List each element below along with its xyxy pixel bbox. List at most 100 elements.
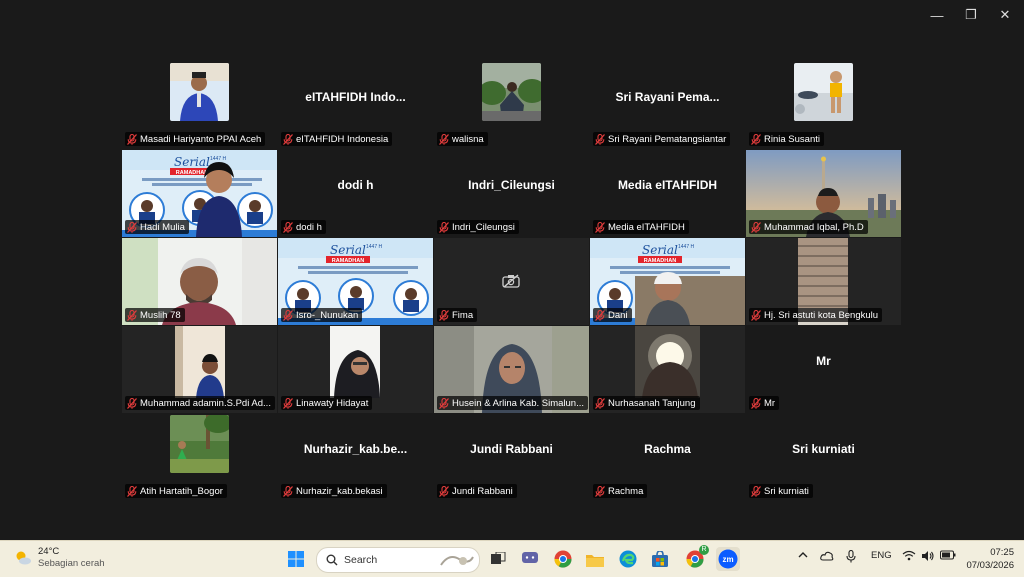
svg-text:RAMADHAN: RAMADHAN bbox=[644, 258, 676, 264]
participant-name: Muhammad adamin.S.Pdi Ad... bbox=[140, 397, 271, 409]
participant-tile[interactable]: Jundi Rabbani Jundi Rabbani bbox=[434, 414, 589, 501]
taskview-button[interactable] bbox=[486, 547, 510, 571]
participant-name: Rachma bbox=[608, 485, 644, 497]
participant-name: Hj. Sri astuti kota Bengkulu bbox=[764, 309, 879, 321]
participant-tile[interactable]: Nurhazir_kab.be... Nurhazir_kab.bekasi bbox=[278, 414, 433, 501]
participant-tile[interactable]: Husein & Arlina Kab. Simalun... bbox=[434, 326, 589, 413]
participant-tile[interactable]: Sri Rayani Pema... Sri Rayani Pematangsia… bbox=[590, 62, 745, 149]
participant-name: Sri Rayani Pematangsiantar bbox=[608, 133, 727, 145]
participant-tile[interactable]: Masadi Hariyanto PPAI Aceh bbox=[122, 62, 277, 149]
weather-widget[interactable]: 24°C Sebagian cerah bbox=[14, 546, 105, 570]
network-button[interactable] bbox=[902, 550, 916, 564]
language-indicator[interactable]: ENG bbox=[871, 550, 892, 561]
mic-muted-icon bbox=[127, 397, 137, 409]
participant-display-name: Rachma bbox=[644, 441, 691, 456]
participant-tile[interactable]: Muslih 78 bbox=[122, 238, 277, 325]
camera-off-icon bbox=[502, 274, 520, 288]
participant-tile[interactable]: Serial 1447 H RAMADHAN Isro-_Nunukan bbox=[278, 238, 433, 325]
avatar bbox=[170, 415, 229, 473]
zoom-button[interactable]: zm bbox=[716, 547, 740, 571]
svg-text:RAMADHAN: RAMADHAN bbox=[332, 258, 364, 264]
participant-label: Mr bbox=[749, 396, 780, 410]
edge-icon bbox=[619, 550, 637, 568]
participant-tile[interactable]: eITAHFIDH Indo... eITAHFIDH Indonesia bbox=[278, 62, 433, 149]
tray-overflow-button[interactable] bbox=[798, 550, 808, 563]
folder-icon bbox=[586, 554, 604, 567]
store-button[interactable] bbox=[648, 547, 672, 571]
participant-name: Linawaty Hidayat bbox=[296, 397, 369, 409]
participant-name: Muhammad Iqbal, Ph.D bbox=[764, 221, 864, 233]
windows-icon bbox=[288, 551, 304, 567]
participant-tile[interactable]: Rachma Rachma bbox=[590, 414, 745, 501]
speaker-icon bbox=[922, 551, 934, 561]
participant-tile[interactable]: Rinia Susanti bbox=[746, 62, 901, 149]
participant-display-name: Media eITAHFIDH bbox=[617, 177, 718, 192]
participant-tile[interactable]: Mr Mr bbox=[746, 326, 901, 413]
mic-muted-icon bbox=[127, 221, 137, 233]
participant-tile[interactable]: Serial 1447 H RAMADHAN Dani bbox=[590, 238, 745, 325]
svg-text:zm: zm bbox=[722, 555, 733, 564]
zoom-icon: zm bbox=[718, 549, 738, 569]
battery-button[interactable] bbox=[940, 550, 956, 563]
svg-text:Serial: Serial bbox=[642, 243, 678, 257]
start-button[interactable] bbox=[284, 547, 308, 571]
participant-label: Sri kurniati bbox=[749, 484, 813, 498]
participant-display-name: Nurhazir_kab.be... bbox=[303, 441, 408, 456]
chat-button[interactable] bbox=[518, 547, 542, 571]
participant-label: Linawaty Hidayat bbox=[281, 396, 373, 410]
participant-tile[interactable]: dodi h dodi h bbox=[278, 150, 433, 237]
participant-tile[interactable]: Sri kurniati Sri kurniati bbox=[746, 414, 901, 501]
battery-icon bbox=[940, 550, 956, 560]
participant-tile[interactable]: Hj. Sri astuti kota Bengkulu bbox=[746, 238, 901, 325]
cloud-icon bbox=[820, 551, 834, 561]
chat-icon bbox=[522, 552, 538, 563]
participant-name: Muslih 78 bbox=[140, 309, 181, 321]
participant-name: walisna bbox=[452, 133, 484, 145]
search-box[interactable]: Search bbox=[316, 547, 480, 573]
file-explorer-button[interactable] bbox=[583, 547, 607, 571]
participant-tile[interactable]: Serial 1447 H RAMADHAN Hadi Mulia bbox=[122, 150, 277, 237]
participant-tile[interactable]: Atih Hartatih_Bogor bbox=[122, 414, 277, 501]
clock[interactable]: 07:25 07/03/2026 bbox=[962, 546, 1014, 572]
onedrive-button[interactable] bbox=[820, 550, 834, 565]
participant-tile[interactable]: Muhammad adamin.S.Pdi Ad... bbox=[122, 326, 277, 413]
participant-label: Muhammad Iqbal, Ph.D bbox=[749, 220, 868, 234]
mic-muted-icon bbox=[595, 221, 605, 233]
svg-text:RAMADHAN: RAMADHAN bbox=[176, 170, 208, 176]
participant-tile[interactable]: Indri_Cileungsi Indri_Cileungsi bbox=[434, 150, 589, 237]
participant-tile[interactable]: walisna bbox=[434, 62, 589, 149]
participant-tile[interactable]: Fima bbox=[434, 238, 589, 325]
participant-tile[interactable]: Linawaty Hidayat bbox=[278, 326, 433, 413]
mic-muted-icon bbox=[439, 309, 449, 321]
svg-text:Serial: Serial bbox=[330, 243, 366, 257]
participant-name: Jundi Rabbani bbox=[452, 485, 513, 497]
participant-tile[interactable]: Media eITAHFIDH Media eITAHFIDH bbox=[590, 150, 745, 237]
chrome-button[interactable] bbox=[551, 547, 575, 571]
close-button[interactable]: ✕ bbox=[988, 0, 1022, 30]
minimize-button[interactable]: — bbox=[920, 0, 954, 30]
volume-button[interactable] bbox=[921, 550, 935, 565]
chevron-up-icon bbox=[798, 552, 808, 558]
mic-muted-icon bbox=[127, 485, 137, 497]
participant-display-name: dodi h bbox=[337, 177, 374, 192]
participant-name: Hadi Mulia bbox=[140, 221, 185, 233]
participant-tile[interactable]: Nurhasanah Tanjung bbox=[590, 326, 745, 413]
mic-muted-icon bbox=[439, 221, 449, 233]
edge-button[interactable] bbox=[616, 547, 640, 571]
mic-muted-icon bbox=[595, 397, 605, 409]
restore-button[interactable]: ❐ bbox=[954, 0, 988, 30]
participant-name: Husein & Arlina Kab. Simalun... bbox=[452, 397, 585, 409]
participant-label: walisna bbox=[437, 132, 488, 146]
participant-tile[interactable]: Muhammad Iqbal, Ph.D bbox=[746, 150, 901, 237]
participant-label: Nurhazir_kab.bekasi bbox=[281, 484, 387, 498]
avatar bbox=[794, 63, 853, 121]
search-placeholder: Search bbox=[344, 554, 378, 566]
participant-label: Muslih 78 bbox=[125, 308, 185, 322]
microphone-button[interactable] bbox=[846, 549, 856, 566]
participant-display-name: eITAHFIDH Indo... bbox=[305, 89, 406, 104]
participant-name: Sri kurniati bbox=[764, 485, 809, 497]
chrome-profile-button[interactable]: R bbox=[683, 545, 709, 571]
mic-muted-icon bbox=[127, 133, 137, 145]
participant-label: Masadi Hariyanto PPAI Aceh bbox=[125, 132, 266, 146]
svg-text:1447 H: 1447 H bbox=[210, 156, 227, 162]
